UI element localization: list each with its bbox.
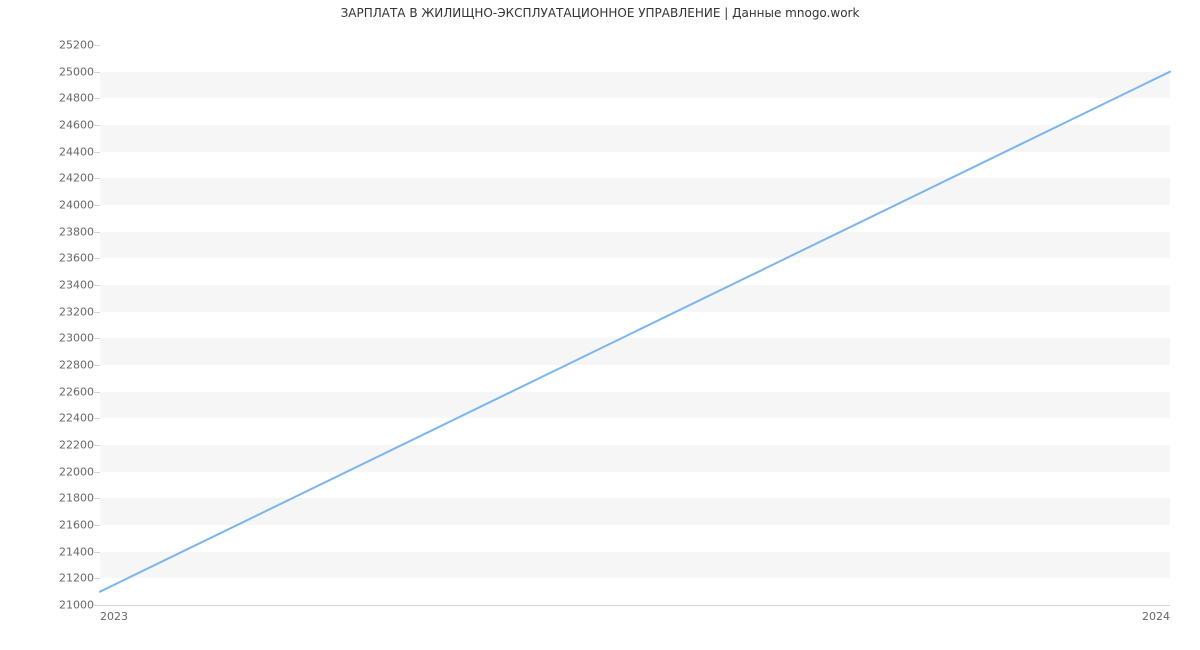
- y-tick-label: 22400: [59, 412, 94, 425]
- y-tick-label: 24400: [59, 145, 94, 158]
- y-tick-mark: [94, 205, 100, 206]
- y-tick-label: 21000: [59, 599, 94, 612]
- y-tick-label: 22200: [59, 439, 94, 452]
- y-tick-mark: [94, 392, 100, 393]
- y-tick-label: 21200: [59, 572, 94, 585]
- y-tick-label: 24200: [59, 172, 94, 185]
- x-tick-label: 2024: [1142, 610, 1170, 623]
- x-axis-line: [100, 605, 1170, 606]
- y-tick-mark: [94, 552, 100, 553]
- y-tick-label: 22800: [59, 359, 94, 372]
- chart-container: ЗАРПЛАТА В ЖИЛИЩНО-ЭКСПЛУАТАЦИОННОЕ УПРА…: [0, 0, 1200, 650]
- y-tick-mark: [94, 98, 100, 99]
- y-tick-mark: [94, 45, 100, 46]
- y-tick-mark: [94, 72, 100, 73]
- y-tick-label: 21800: [59, 492, 94, 505]
- series-line: [100, 72, 1170, 592]
- y-tick-mark: [94, 152, 100, 153]
- y-tick-mark: [94, 285, 100, 286]
- y-tick-mark: [94, 605, 100, 606]
- y-tick-label: 23400: [59, 279, 94, 292]
- y-tick-mark: [94, 365, 100, 366]
- y-tick-label: 21400: [59, 545, 94, 558]
- y-tick-mark: [94, 125, 100, 126]
- y-tick-mark: [94, 312, 100, 313]
- y-tick-mark: [94, 472, 100, 473]
- y-tick-label: 25200: [59, 39, 94, 52]
- y-tick-label: 24600: [59, 119, 94, 132]
- y-tick-mark: [94, 578, 100, 579]
- y-tick-mark: [94, 338, 100, 339]
- y-tick-label: 24000: [59, 199, 94, 212]
- y-tick-mark: [94, 418, 100, 419]
- y-tick-mark: [94, 525, 100, 526]
- series-line-layer: [100, 45, 1170, 605]
- plot-area: [100, 45, 1170, 605]
- chart-title: ЗАРПЛАТА В ЖИЛИЩНО-ЭКСПЛУАТАЦИОННОЕ УПРА…: [0, 6, 1200, 20]
- y-tick-mark: [94, 498, 100, 499]
- y-tick-label: 22000: [59, 465, 94, 478]
- y-tick-label: 23800: [59, 225, 94, 238]
- y-tick-label: 23200: [59, 305, 94, 318]
- y-tick-mark: [94, 258, 100, 259]
- y-tick-label: 25000: [59, 65, 94, 78]
- y-tick-mark: [94, 232, 100, 233]
- y-tick-mark: [94, 445, 100, 446]
- y-tick-label: 24800: [59, 92, 94, 105]
- y-tick-label: 23000: [59, 332, 94, 345]
- y-tick-label: 21600: [59, 519, 94, 532]
- y-tick-label: 23600: [59, 252, 94, 265]
- y-tick-label: 22600: [59, 385, 94, 398]
- x-tick-label: 2023: [100, 610, 128, 623]
- y-tick-mark: [94, 178, 100, 179]
